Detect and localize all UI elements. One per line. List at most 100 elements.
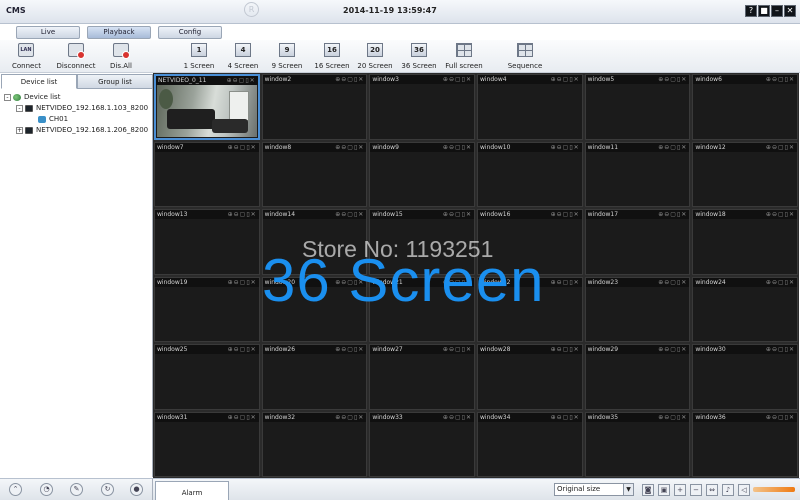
video-window[interactable]: window35 ⊕⊖▢▯✕ — [584, 411, 691, 477]
screen-9-button[interactable]: 9 9 Screen — [268, 43, 306, 73]
video-window[interactable]: window24 ⊕⊖▢▯✕ — [692, 276, 798, 342]
window-controls-icon[interactable]: ⊕⊖▢▯✕ — [766, 144, 795, 151]
window-controls-icon[interactable]: ⊕⊖▢▯✕ — [228, 211, 257, 218]
window-controls-icon[interactable]: ⊕⊖▢▯✕ — [228, 346, 257, 353]
screen-1-button[interactable]: 1 1 Screen — [180, 43, 218, 73]
video-window[interactable]: window6 ⊕⊖▢▯✕ — [692, 74, 798, 140]
window-controls-icon[interactable]: ⊕⊖▢▯✕ — [228, 144, 257, 151]
video-window[interactable]: window7 ⊕⊖▢▯✕ — [154, 141, 260, 207]
zoom-out-icon[interactable]: − — [690, 484, 702, 496]
window-controls-icon[interactable]: ⊕⊖▢▯✕ — [766, 76, 795, 83]
tab-alarm[interactable]: Alarm — [155, 481, 229, 500]
tab-live[interactable]: Live — [16, 26, 80, 39]
snapshot-icon[interactable]: ◙ — [642, 484, 654, 496]
tab-config[interactable]: Config — [158, 26, 222, 39]
video-window[interactable]: window32 ⊕⊖▢▯✕ — [261, 411, 368, 477]
video-window[interactable]: NETVIDEO_0_11 ⊕⊖▢▯✕ — [154, 74, 260, 140]
video-window[interactable]: window12 ⊕⊖▢▯✕ — [692, 141, 798, 207]
help-button[interactable]: ? — [745, 5, 757, 17]
tab-group-list[interactable]: Group list — [77, 74, 153, 89]
audio-icon[interactable]: ♪ — [722, 484, 734, 496]
window-controls-icon[interactable]: ⊕⊖▢▯✕ — [335, 76, 364, 83]
video-window[interactable]: window18 ⊕⊖▢▯✕ — [692, 209, 798, 275]
video-window[interactable]: window31 ⊕⊖▢▯✕ — [154, 411, 260, 477]
video-window[interactable]: window10 ⊕⊖▢▯✕ — [477, 141, 583, 207]
video-window[interactable]: window25 ⊕⊖▢▯✕ — [154, 344, 260, 410]
window-controls-icon[interactable]: ⊕⊖▢▯✕ — [227, 77, 256, 84]
record-icon[interactable]: ● — [130, 483, 143, 496]
video-window[interactable]: window33 ⊕⊖▢▯✕ — [369, 411, 475, 477]
video-window[interactable]: window23 ⊕⊖▢▯✕ — [584, 276, 691, 342]
window-controls-icon[interactable]: ⊕⊖▢▯✕ — [443, 76, 472, 83]
tree-item-device[interactable]: + NETVIDEO_192.168.1.206_8200 — [16, 126, 148, 134]
sequence-button[interactable]: Sequence — [505, 43, 545, 73]
video-window[interactable]: window34 ⊕⊖▢▯✕ — [477, 411, 583, 477]
collapse-icon[interactable]: - — [4, 93, 11, 101]
screen-20-button[interactable]: 20 20 Screen — [356, 43, 394, 73]
window-controls-icon[interactable]: ⊕⊖▢▯✕ — [551, 279, 580, 286]
speaker-icon[interactable]: ◁ — [738, 484, 750, 496]
volume-slider[interactable] — [753, 487, 795, 492]
video-window[interactable]: window27 ⊕⊖▢▯✕ — [369, 344, 475, 410]
close-button[interactable]: ✕ — [784, 5, 796, 17]
window-controls-icon[interactable]: ⊕⊖▢▯✕ — [551, 144, 580, 151]
window-controls-icon[interactable]: ⊕⊖▢▯✕ — [766, 211, 795, 218]
window-controls-icon[interactable]: ⊕⊖▢▯✕ — [443, 346, 472, 353]
screen-4-button[interactable]: 4 4 Screen — [224, 43, 262, 73]
screen-36-button[interactable]: 36 36 Screen — [400, 43, 438, 73]
tab-playback[interactable]: Playback — [87, 26, 151, 39]
video-window[interactable]: window26 ⊕⊖▢▯✕ — [261, 344, 368, 410]
video-window[interactable]: window2 ⊕⊖▢▯✕ — [261, 74, 368, 140]
window-controls-icon[interactable]: ⊕⊖▢▯✕ — [658, 144, 687, 151]
tools-icon[interactable]: ✎ — [70, 483, 83, 496]
window-controls-icon[interactable]: ⊕⊖▢▯✕ — [443, 144, 472, 151]
tree-item-device[interactable]: - NETVIDEO_192.168.1.103_8200 — [16, 104, 148, 112]
screen-16-button[interactable]: 16 16 Screen — [313, 43, 351, 73]
window-controls-icon[interactable]: ⊕⊖▢▯✕ — [766, 279, 795, 286]
connect-button[interactable]: LAN Connect — [12, 43, 41, 73]
video-window[interactable]: window8 ⊕⊖▢▯✕ — [261, 141, 368, 207]
video-window[interactable]: window4 ⊕⊖▢▯✕ — [477, 74, 583, 140]
tree-item-channel[interactable]: CH01 — [38, 115, 68, 123]
window-controls-icon[interactable]: ⊕⊖▢▯✕ — [551, 346, 580, 353]
video-window[interactable]: window5 ⊕⊖▢▯✕ — [584, 74, 691, 140]
window-controls-icon[interactable]: ⊕⊖▢▯✕ — [658, 76, 687, 83]
collapse-icon[interactable]: - — [16, 104, 23, 112]
window-controls-icon[interactable]: ⊕⊖▢▯✕ — [551, 414, 580, 421]
display-size-select[interactable]: Original size ▼ — [554, 483, 634, 496]
video-window[interactable]: window28 ⊕⊖▢▯✕ — [477, 344, 583, 410]
window-controls-icon[interactable]: ⊕⊖▢▯✕ — [766, 346, 795, 353]
zoom-in-icon[interactable]: + — [674, 484, 686, 496]
tree-item-device-list[interactable]: - Device list — [4, 93, 60, 101]
record-clip-icon[interactable]: ▣ — [658, 484, 670, 496]
video-window[interactable]: window36 ⊕⊖▢▯✕ — [692, 411, 798, 477]
video-window[interactable]: window19 ⊕⊖▢▯✕ — [154, 276, 260, 342]
video-window[interactable]: window11 ⊕⊖▢▯✕ — [584, 141, 691, 207]
video-window[interactable]: window30 ⊕⊖▢▯✕ — [692, 344, 798, 410]
video-window[interactable]: window9 ⊕⊖▢▯✕ — [369, 141, 475, 207]
window-controls-icon[interactable]: ⊕⊖▢▯✕ — [443, 211, 472, 218]
window-controls-icon[interactable]: ⊕⊖▢▯✕ — [658, 279, 687, 286]
video-window[interactable]: window17 ⊕⊖▢▯✕ — [584, 209, 691, 275]
window-controls-icon[interactable]: ⊕⊖▢▯✕ — [658, 211, 687, 218]
full-screen-button[interactable]: Full screen — [445, 43, 483, 73]
dis-all-button[interactable]: Dis.All — [104, 43, 138, 73]
window-controls-icon[interactable]: ⊕⊖▢▯✕ — [335, 144, 364, 151]
ptz-icon[interactable]: ◔ — [40, 483, 53, 496]
lock-button[interactable]: ■ — [758, 5, 770, 17]
video-window[interactable]: window3 ⊕⊖▢▯✕ — [369, 74, 475, 140]
window-controls-icon[interactable]: ⊕⊖▢▯✕ — [228, 414, 257, 421]
window-controls-icon[interactable]: ⊕⊖▢▯✕ — [766, 414, 795, 421]
video-window[interactable]: window13 ⊕⊖▢▯✕ — [154, 209, 260, 275]
window-controls-icon[interactable]: ⊕⊖▢▯✕ — [551, 211, 580, 218]
refresh-icon[interactable]: ↻ — [101, 483, 114, 496]
scroll-up-icon[interactable]: ⌃ — [9, 483, 22, 496]
disconnect-button[interactable]: Disconnect — [56, 43, 96, 73]
window-controls-icon[interactable]: ⊕⊖▢▯✕ — [551, 76, 580, 83]
minimize-button[interactable]: – — [771, 5, 783, 17]
video-window[interactable]: window29 ⊕⊖▢▯✕ — [584, 344, 691, 410]
stretch-icon[interactable]: ⇔ — [706, 484, 718, 496]
window-controls-icon[interactable]: ⊕⊖▢▯✕ — [335, 414, 364, 421]
tab-device-list[interactable]: Device list — [1, 74, 77, 89]
window-controls-icon[interactable]: ⊕⊖▢▯✕ — [335, 346, 364, 353]
